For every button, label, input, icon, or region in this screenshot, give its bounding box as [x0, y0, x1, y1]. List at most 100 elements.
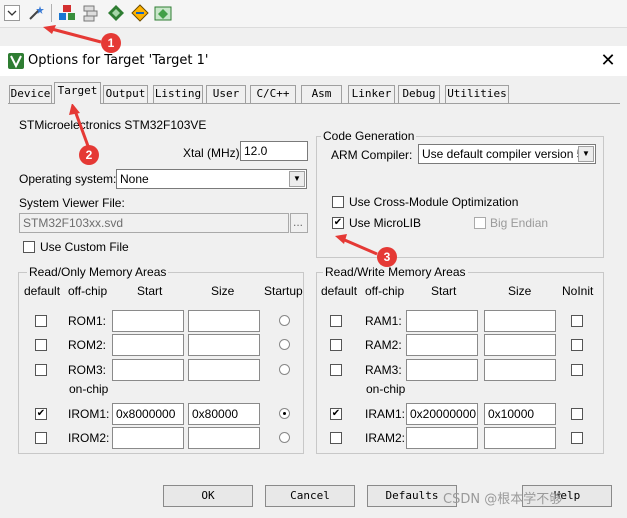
- ram-default-checkbox[interactable]: [330, 432, 342, 444]
- rw-onchip-label: on-chip: [366, 382, 406, 396]
- rom-start-input[interactable]: [112, 427, 184, 449]
- select-packs-icon[interactable]: [154, 4, 172, 22]
- pack-installer-icon[interactable]: [131, 4, 149, 22]
- chevron-down-icon[interactable]: ▼: [289, 171, 305, 187]
- rom-size-input[interactable]: 0x80000: [188, 403, 260, 425]
- annotation-badge-2: 2: [79, 145, 99, 165]
- ram-size-input[interactable]: [484, 334, 556, 356]
- compiler-select-value: Use default compiler version 5: [422, 147, 584, 161]
- tab-target[interactable]: Target: [54, 82, 101, 104]
- use-custom-file-checkbox[interactable]: [23, 241, 35, 253]
- ram-default-checkbox[interactable]: ✔: [330, 408, 342, 420]
- rom-start-input[interactable]: 0x8000000: [112, 403, 184, 425]
- annotation-badge-1: 1: [101, 33, 121, 53]
- manage-components-icon[interactable]: [82, 4, 100, 22]
- xtal-input[interactable]: 12.0: [240, 141, 308, 161]
- ro-header-startup: Startup: [264, 284, 303, 298]
- tab-asm[interactable]: Asm: [301, 85, 342, 103]
- ram-default-checkbox[interactable]: [330, 315, 342, 327]
- os-label: Operating system:: [19, 172, 117, 186]
- ok-button[interactable]: OK: [163, 485, 253, 507]
- ram-size-input[interactable]: [484, 427, 556, 449]
- compiler-label: ARM Compiler:: [331, 148, 413, 162]
- tab-output[interactable]: Output: [103, 85, 148, 103]
- ram-default-checkbox[interactable]: [330, 339, 342, 351]
- rom-default-checkbox[interactable]: [35, 364, 47, 376]
- tab-debug[interactable]: Debug: [398, 85, 440, 103]
- rom-row-name: IROM2:: [68, 431, 110, 445]
- os-select[interactable]: None ▼: [116, 169, 307, 189]
- rom-startup-radio[interactable]: [279, 315, 290, 326]
- svd-browse-button[interactable]: ...: [290, 213, 308, 233]
- ram-size-input[interactable]: [484, 310, 556, 332]
- rw-header-start: Start: [431, 284, 457, 298]
- ro-header-default: default: [24, 284, 61, 298]
- rom-startup-radio[interactable]: [279, 364, 290, 375]
- compiler-select[interactable]: Use default compiler version 5 ▼: [418, 144, 596, 164]
- rom-size-input[interactable]: [188, 334, 260, 356]
- rom-start-input[interactable]: [112, 334, 184, 356]
- use-microlib-checkbox[interactable]: ✔: [332, 217, 344, 229]
- ram-start-input[interactable]: [406, 334, 478, 356]
- ram-default-checkbox[interactable]: [330, 364, 342, 376]
- ro-onchip-label: on-chip: [69, 382, 109, 396]
- toolbar: [0, 0, 627, 28]
- ram-row-name: RAM3:: [365, 363, 402, 377]
- rom-size-input[interactable]: [188, 427, 260, 449]
- rom-startup-radio[interactable]: [279, 408, 290, 419]
- rom-startup-radio[interactable]: [279, 339, 290, 350]
- big-endian-label: Big Endian: [490, 216, 549, 230]
- ram-start-input[interactable]: [406, 427, 478, 449]
- ram-noinit-checkbox[interactable]: [571, 364, 583, 376]
- rom-row-name: IROM1:: [68, 407, 110, 421]
- use-microlib-label: Use MicroLIB: [349, 216, 422, 230]
- svd-input[interactable]: STM32F103xx.svd: [19, 213, 289, 233]
- tab-listing[interactable]: Listing: [153, 85, 203, 103]
- rom-row-name: ROM2:: [68, 338, 107, 352]
- ram-noinit-checkbox[interactable]: [571, 432, 583, 444]
- ram-size-input[interactable]: 0x10000: [484, 403, 556, 425]
- cross-module-checkbox[interactable]: [332, 196, 344, 208]
- code-generation-title: Code Generation: [321, 129, 417, 143]
- tab-user[interactable]: User: [206, 85, 246, 103]
- tab-device[interactable]: Device: [9, 85, 52, 103]
- close-icon[interactable]: ✕: [597, 50, 619, 72]
- dropdown-icon[interactable]: [4, 5, 20, 21]
- device-name: STMicroelectronics STM32F103VE: [19, 118, 207, 132]
- rom-default-checkbox[interactable]: [35, 339, 47, 351]
- rom-default-checkbox[interactable]: [35, 315, 47, 327]
- rw-header-size: Size: [508, 284, 532, 298]
- rom-default-checkbox[interactable]: ✔: [35, 408, 47, 420]
- rom-size-input[interactable]: [188, 310, 260, 332]
- ram-start-input[interactable]: [406, 359, 478, 381]
- ram-start-input[interactable]: 0x20000000: [406, 403, 478, 425]
- magic-wand-icon[interactable]: [27, 4, 45, 22]
- ro-header-start: Start: [137, 284, 163, 298]
- rom-start-input[interactable]: [112, 359, 184, 381]
- rom-row-name: ROM3:: [68, 363, 107, 377]
- rom-startup-radio[interactable]: [279, 432, 290, 443]
- ram-noinit-checkbox[interactable]: [571, 408, 583, 420]
- ram-start-input[interactable]: [406, 310, 478, 332]
- rom-default-checkbox[interactable]: [35, 432, 47, 444]
- ram-noinit-checkbox[interactable]: [571, 315, 583, 327]
- tab-cc[interactable]: C/C++: [250, 85, 296, 103]
- os-select-value: None: [120, 172, 149, 186]
- ram-size-input[interactable]: [484, 359, 556, 381]
- rom-start-input[interactable]: [112, 310, 184, 332]
- big-endian-checkbox[interactable]: [474, 217, 486, 229]
- tab-utilities[interactable]: Utilities: [445, 85, 509, 103]
- ram-row-name: RAM1:: [365, 314, 402, 328]
- chevron-down-icon[interactable]: ▼: [578, 146, 594, 162]
- rw-memory-title: Read/Write Memory Areas: [323, 265, 468, 279]
- tab-linker[interactable]: Linker: [348, 85, 395, 103]
- rom-size-input[interactable]: [188, 359, 260, 381]
- cancel-button[interactable]: Cancel: [265, 485, 355, 507]
- ram-noinit-checkbox[interactable]: [571, 339, 583, 351]
- ro-memory-title: Read/Only Memory Areas: [27, 265, 169, 279]
- run-time-environment-icon[interactable]: [107, 4, 125, 22]
- ram-row-name: RAM2:: [365, 338, 402, 352]
- target-options-icon[interactable]: [58, 4, 76, 22]
- rw-header-default: default: [321, 284, 358, 298]
- ro-header-offchip: off-chip: [68, 284, 108, 298]
